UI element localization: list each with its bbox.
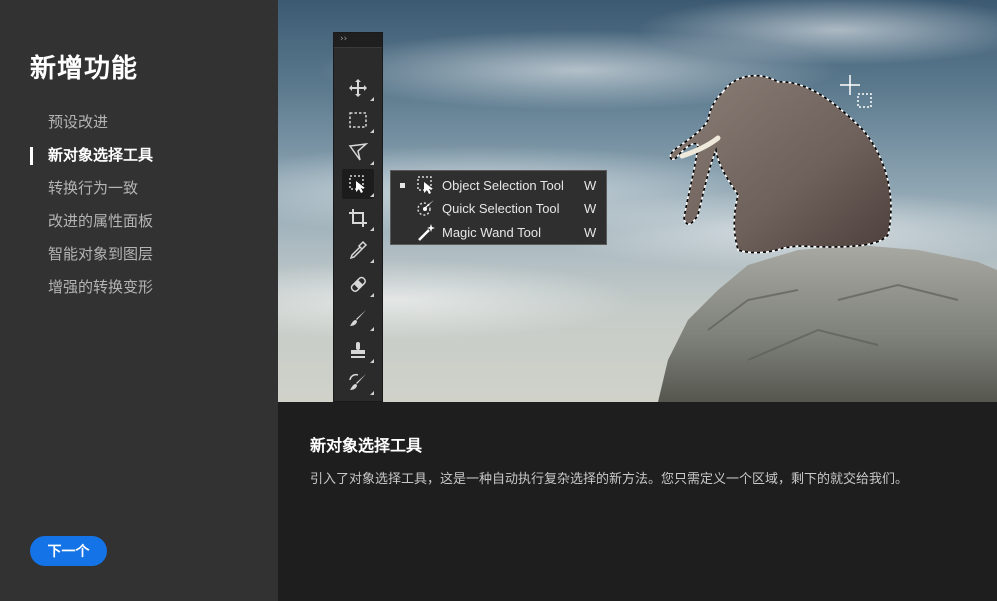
crop-tool[interactable] <box>342 203 374 233</box>
flyout-item-label: Quick Selection Tool <box>442 200 560 216</box>
move-icon <box>349 79 367 97</box>
eyedropper-tool[interactable] <box>342 235 374 265</box>
magic-wand-icon <box>418 224 435 241</box>
lasso-icon <box>348 142 368 161</box>
crosshair-cursor-icon <box>840 75 872 108</box>
current-tool-indicator <box>391 182 413 188</box>
stamp-icon <box>351 342 365 358</box>
feature-illustration <box>278 0 997 402</box>
feature-description-panel: 新对象选择工具 引入了对象选择工具，这是一种自动执行复杂选择的新方法。您只需定义… <box>278 402 997 601</box>
sidebar-item-object-selection-tool[interactable]: 新对象选择工具 <box>0 139 278 172</box>
sidebar-nav: 预设改进 新对象选择工具 转换行为一致 改进的属性面板 智能对象到图层 增强的转… <box>0 106 278 304</box>
flyout-item-shortcut: W <box>584 177 597 193</box>
healing-brush-icon <box>350 276 366 292</box>
sidebar-title: 新增功能 <box>30 54 139 84</box>
feature-description: 引入了对象选择工具，这是一种自动执行复杂选择的新方法。您只需定义一个区域，剩下的… <box>310 472 909 487</box>
flyout-item-label: Object Selection Tool <box>442 177 564 193</box>
flyout-item-magic-wand[interactable]: Magic Wand Tool W <box>391 220 606 244</box>
brush-icon <box>350 310 366 326</box>
flyout-item-quick-selection[interactable]: Quick Selection Tool W <box>391 196 606 220</box>
history-brush-icon <box>349 373 366 390</box>
flyout-item-label: Magic Wand Tool <box>442 224 541 240</box>
brush-tool[interactable] <box>342 303 374 333</box>
crop-icon <box>349 209 367 227</box>
sidebar-item-smart-object-to-layers[interactable]: 智能对象到图层 <box>0 238 278 271</box>
elephant-on-rock-image <box>278 0 997 402</box>
selection-tools-flyout: Object Selection Tool W Quick Selection … <box>390 170 607 245</box>
flyout-item-object-selection[interactable]: Object Selection Tool W <box>391 173 606 197</box>
feature-title: 新对象选择工具 <box>310 436 423 455</box>
object-selection-icon <box>349 175 365 193</box>
history-brush-tool[interactable] <box>342 367 374 397</box>
quick-selection-icon <box>417 200 434 216</box>
clone-stamp-tool[interactable] <box>342 335 374 365</box>
healing-brush-tool[interactable] <box>342 269 374 299</box>
object-selection-icon <box>417 176 433 194</box>
flyout-item-shortcut: W <box>584 200 597 216</box>
next-button[interactable]: 下一个 <box>30 536 107 566</box>
lasso-tool[interactable] <box>342 137 374 167</box>
tools-panel-header[interactable]: ›› <box>334 33 382 48</box>
marquee-tool[interactable] <box>342 105 374 135</box>
sidebar: 新增功能 预设改进 新对象选择工具 转换行为一致 改进的属性面板 智能对象到图层… <box>0 0 278 601</box>
tools-panel: ›› <box>333 32 383 402</box>
object-selection-tool[interactable] <box>342 169 374 199</box>
flyout-item-shortcut: W <box>584 224 597 240</box>
marquee-icon <box>349 112 367 128</box>
sidebar-item-properties-panel[interactable]: 改进的属性面板 <box>0 205 278 238</box>
sidebar-item-enhanced-warp[interactable]: 增强的转换变形 <box>0 271 278 304</box>
eyedropper-icon <box>349 240 368 260</box>
move-tool[interactable] <box>342 73 374 103</box>
sidebar-item-consistent-transform[interactable]: 转换行为一致 <box>0 172 278 205</box>
sidebar-item-preset-improvements[interactable]: 预设改进 <box>0 106 278 139</box>
